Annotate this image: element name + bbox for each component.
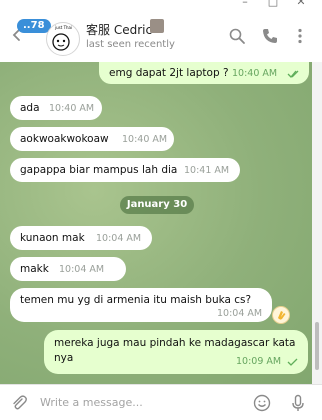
clap-reaction-icon[interactable] [272, 306, 290, 324]
message-text: gapappa biar mampus lah dia [20, 164, 178, 176]
message-text: makk [20, 263, 49, 275]
chat-scrollbar[interactable] [312, 62, 322, 384]
avatar-text: just Thai [55, 25, 73, 30]
contact-name[interactable]: 客服 Cedric [86, 21, 152, 38]
paperclip-icon[interactable] [10, 394, 28, 412]
clap-emoji-icon [278, 311, 286, 320]
message-time: 10:09 AM [236, 356, 282, 367]
message-text: temen mu yg di armenia itu maish buka cs… [20, 294, 252, 306]
single-check-icon [287, 358, 298, 366]
message-time: 10:40 AM [232, 68, 278, 79]
minimize-icon[interactable]: – [238, 0, 252, 8]
message-time: 10:04 AM [96, 233, 142, 244]
message-time: 10:40 AM [122, 134, 168, 145]
message-text-line: nya [54, 352, 74, 364]
microphone-icon[interactable] [289, 394, 307, 412]
message-bubble-incoming[interactable]: aokwoakwokoaw 10:40 AM [10, 127, 174, 151]
message-time: 10:04 AM [217, 308, 263, 319]
message-time: 10:40 AM [49, 103, 95, 114]
message-time: 10:04 AM [59, 264, 105, 275]
phone-icon[interactable] [261, 27, 279, 45]
message-text: kunaon mak [20, 232, 85, 244]
scrollbar-thumb[interactable] [315, 322, 319, 370]
message-text-line: mereka juga mau pindah ke madagascar kat… [54, 337, 296, 349]
maximize-icon[interactable]: □ [266, 0, 280, 8]
message-bubble-incoming[interactable]: makk 10:04 AM [10, 257, 126, 281]
search-icon[interactable] [228, 27, 246, 45]
message-list[interactable]: emg dapat 2jt laptop ? 10:40 AM ada 10:4… [0, 62, 312, 384]
message-bubble-incoming[interactable]: ada 10:40 AM [10, 96, 102, 120]
message-text: ada [20, 102, 40, 114]
message-text: aokwoakwokoaw [20, 133, 109, 145]
message-bubble-outgoing[interactable]: mereka juga mau pindah ke madagascar kat… [44, 330, 308, 374]
message-input[interactable]: Write a message... [40, 396, 143, 409]
cat-emoji-icon [150, 19, 164, 33]
message-bubble-outgoing[interactable]: emg dapat 2jt laptop ? 10:40 AM [99, 62, 309, 84]
double-check-icon [287, 70, 299, 78]
close-icon[interactable]: ✕ [294, 0, 308, 8]
message-bubble-incoming[interactable]: kunaon mak 10:04 AM [10, 226, 152, 250]
unread-count: 78 [30, 20, 45, 31]
date-separator: January 30 [120, 196, 194, 214]
message-text: emg dapat 2jt laptop ? [109, 67, 229, 79]
title-bar: – □ ✕ [0, 0, 322, 10]
more-icon[interactable] [291, 27, 309, 45]
message-time: 10:41 AM [184, 165, 230, 176]
telegram-window: – □ ✕ ..78 just Thai 客服 Cedric last seen… [0, 0, 322, 420]
message-bubble-incoming[interactable]: temen mu yg di armenia itu maish buka cs… [10, 288, 272, 322]
chat-header: ..78 just Thai 客服 Cedric last seen recen… [0, 10, 322, 63]
emoji-icon[interactable] [253, 394, 271, 412]
badge-dots: .. [23, 20, 31, 31]
contact-status: last seen recently [86, 39, 175, 50]
unread-count-badge[interactable]: ..78 [17, 19, 51, 33]
message-composer: Write a message... [0, 384, 322, 420]
avatar[interactable]: just Thai [46, 22, 80, 56]
message-bubble-incoming[interactable]: gapappa biar mampus lah dia 10:41 AM [10, 158, 240, 182]
